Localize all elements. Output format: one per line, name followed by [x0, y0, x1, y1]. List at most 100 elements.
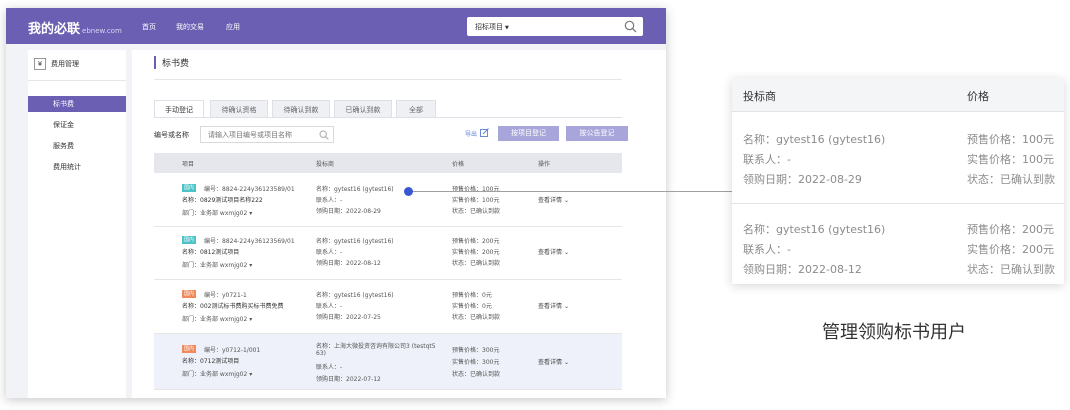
view-details-label: 查看详情	[538, 197, 563, 204]
sidebar-item-service-fee[interactable]: 服务费	[28, 138, 126, 154]
actual-price: 实售价格：200元	[452, 249, 500, 256]
nav-apps[interactable]: 应用	[226, 22, 240, 32]
payment-status: 状态：已确认到款	[452, 314, 501, 321]
top-search-box[interactable]: 招标项目 ▼	[467, 17, 643, 36]
feature-caption: 管理领购标书用户	[822, 322, 966, 343]
filter-label: 编号或名称	[154, 131, 189, 139]
actual-price: 实售价格：300元	[452, 359, 500, 366]
callout-purchase-date: 领购日期：2022-08-12	[743, 263, 862, 276]
bidder-contact: 联系人：-	[316, 303, 343, 310]
callout-presale-price: 预售价格：200元	[967, 223, 1054, 236]
dept-label: 部门：业务部 wxmjg02	[182, 316, 248, 323]
sidebar-header-label: 费用管理	[51, 60, 79, 68]
register-by-notice-button[interactable]: 按公告登记	[566, 126, 628, 141]
filter-input[interactable]	[200, 126, 334, 143]
bidder-name: 名称：gytest16 (gytest16)	[316, 292, 394, 299]
view-details-label: 查看详情	[538, 303, 563, 310]
view-details-link[interactable]: 查看详情 ⌄	[538, 357, 569, 366]
project-code: 编号：8824-224y36123589/01	[204, 186, 295, 193]
tab-confirmed-payment[interactable]: 已确认到款	[334, 100, 392, 118]
tab-manual-register[interactable]: 手动登记	[154, 100, 204, 118]
payment-status: 状态：已确认到款	[452, 371, 501, 378]
chevron-down-icon: ⌄	[563, 197, 569, 204]
export-icon[interactable]	[480, 128, 489, 137]
view-details-link[interactable]: 查看详情 ⌄	[538, 301, 569, 310]
bidder-name-cont: 63)	[316, 350, 326, 357]
callout-purchase-date: 领购日期：2022-08-29	[743, 173, 862, 186]
dept-label: 部门：业务部 wxmjg02	[182, 371, 248, 378]
project-name: 名称：0812测试项目	[182, 249, 240, 256]
bidder-name: 名称：gytest16 (gytest16)	[316, 186, 394, 193]
dept-label: 部门：业务部 wxmjg02	[182, 262, 248, 269]
project-name: 名称：002测试标书费购买标书费免费	[182, 303, 284, 310]
column-header-bidder: 投标商	[316, 161, 335, 168]
callout-bidder-name: 名称：gytest16 (gytest16)	[743, 133, 886, 146]
table-header: 项目 投标商 价格 操作	[154, 153, 622, 173]
purchase-date: 领购日期：2022-08-29	[316, 208, 381, 215]
sidebar-item-deposit[interactable]: 保证金	[28, 117, 126, 133]
main-content: 标书费 手动登记 待确认资格 待确认到款 已确认到款 全部 编号或名称 导出 按…	[132, 50, 666, 398]
payment-status: 状态：已确认到款	[452, 208, 501, 215]
callout-marker	[404, 187, 413, 196]
dept-label: 部门：业务部 wxmjg02	[182, 210, 248, 217]
callout-header: 投标商 价格	[732, 78, 1064, 112]
logo-domain: ebnew.com	[82, 27, 122, 35]
sidebar: ¥ 费用管理 标书费 保证金 服务费 费用统计	[28, 50, 126, 398]
tab-pending-payment[interactable]: 待确认到款	[272, 100, 330, 118]
region-badge: 国内	[182, 236, 197, 244]
title-divider	[154, 79, 622, 80]
callout-status: 状态：已确认到款	[967, 173, 1055, 186]
view-details-label: 查看详情	[538, 359, 563, 366]
callout-presale-price: 预售价格：100元	[967, 133, 1054, 146]
bidder-contact: 联系人：-	[316, 197, 343, 204]
region-badge: 国内	[182, 345, 197, 353]
callout-panel: 投标商 价格 名称：gytest16 (gytest16) 联系人：- 领购日期…	[732, 78, 1064, 284]
bidder-name: 名称：上海大微投资咨询有限公司3 (testqt5	[316, 343, 436, 350]
callout-contact: 联系人：-	[743, 243, 791, 256]
register-by-project-button[interactable]: 按项目登记	[498, 126, 559, 141]
view-details-link[interactable]: 查看详情 ⌄	[538, 195, 569, 204]
chevron-down-icon: ⌄	[563, 249, 569, 256]
chevron-down-icon: ⌄	[563, 303, 569, 310]
nav-home[interactable]: 首页	[142, 22, 156, 32]
presale-price: 预售价格：200元	[452, 238, 500, 245]
sidebar-item-fee-stats[interactable]: 费用统计	[28, 159, 126, 175]
search-type-select[interactable]: 招标项目 ▼	[475, 22, 509, 32]
project-dept[interactable]: 部门：业务部 wxmjg02 ▾	[182, 260, 252, 269]
region-badge: 国内	[182, 184, 197, 192]
caret-down-icon: ▼	[505, 25, 509, 31]
sidebar-header: ¥ 费用管理	[34, 58, 79, 70]
sidebar-item-bid-doc-fee[interactable]: 标书费	[28, 96, 126, 112]
tabs-divider	[154, 117, 622, 118]
tab-all[interactable]: 全部	[396, 100, 436, 118]
project-dept[interactable]: 部门：业务部 wxmjg02 ▾	[182, 369, 252, 378]
site-logo[interactable]: 我的必联 ebnew.com	[28, 18, 122, 37]
search-type-label: 招标项目	[475, 23, 503, 31]
project-dept[interactable]: 部门：业务部 wxmjg02 ▾	[182, 208, 252, 217]
project-dept[interactable]: 部门：业务部 wxmjg02 ▾	[182, 314, 252, 323]
export-link[interactable]: 导出	[465, 129, 477, 138]
top-nav-bar: 我的必联 ebnew.com 首页 我的交易 应用 招标项目 ▼	[6, 8, 666, 44]
project-code: 编号：y0721-1	[204, 292, 247, 299]
project-code: 编号：8824-224y36123569/01	[204, 238, 295, 245]
tab-pending-qualification[interactable]: 待确认资格	[210, 100, 268, 118]
purchase-date: 领购日期：2022-08-12	[316, 260, 381, 267]
bidder-contact: 联系人：-	[316, 364, 343, 371]
callout-actual-price: 实售价格：100元	[967, 153, 1054, 166]
region-badge: 国内	[182, 290, 197, 298]
yen-icon: ¥	[34, 58, 46, 70]
callout-header-price: 价格	[967, 90, 989, 103]
purchase-date: 领购日期：2022-07-25	[316, 314, 381, 321]
callout-bidder-name: 名称：gytest16 (gytest16)	[743, 223, 886, 236]
table-row: 国内 编号：y0721-1 名称：002测试标书费购买标书费免费 部门：业务部 …	[154, 280, 622, 334]
nav-my-trades[interactable]: 我的交易	[176, 22, 204, 32]
search-icon[interactable]	[624, 20, 637, 33]
project-name: 名称：0829测试项目名称222	[182, 197, 263, 204]
table-row: 国内 编号：8824-224y36123569/01 名称：0812测试项目 部…	[154, 227, 622, 280]
bidder-name: 名称：gytest16 (gytest16)	[316, 238, 394, 245]
view-details-link[interactable]: 查看详情 ⌄	[538, 247, 569, 256]
actual-price: 实售价格：0元	[452, 303, 492, 310]
sidebar-divider	[28, 80, 126, 81]
search-icon[interactable]	[319, 130, 329, 140]
table-row: 国内 编号：y0712-1/001 名称：0712测试项目 部门：业务部 wxm…	[154, 334, 622, 390]
